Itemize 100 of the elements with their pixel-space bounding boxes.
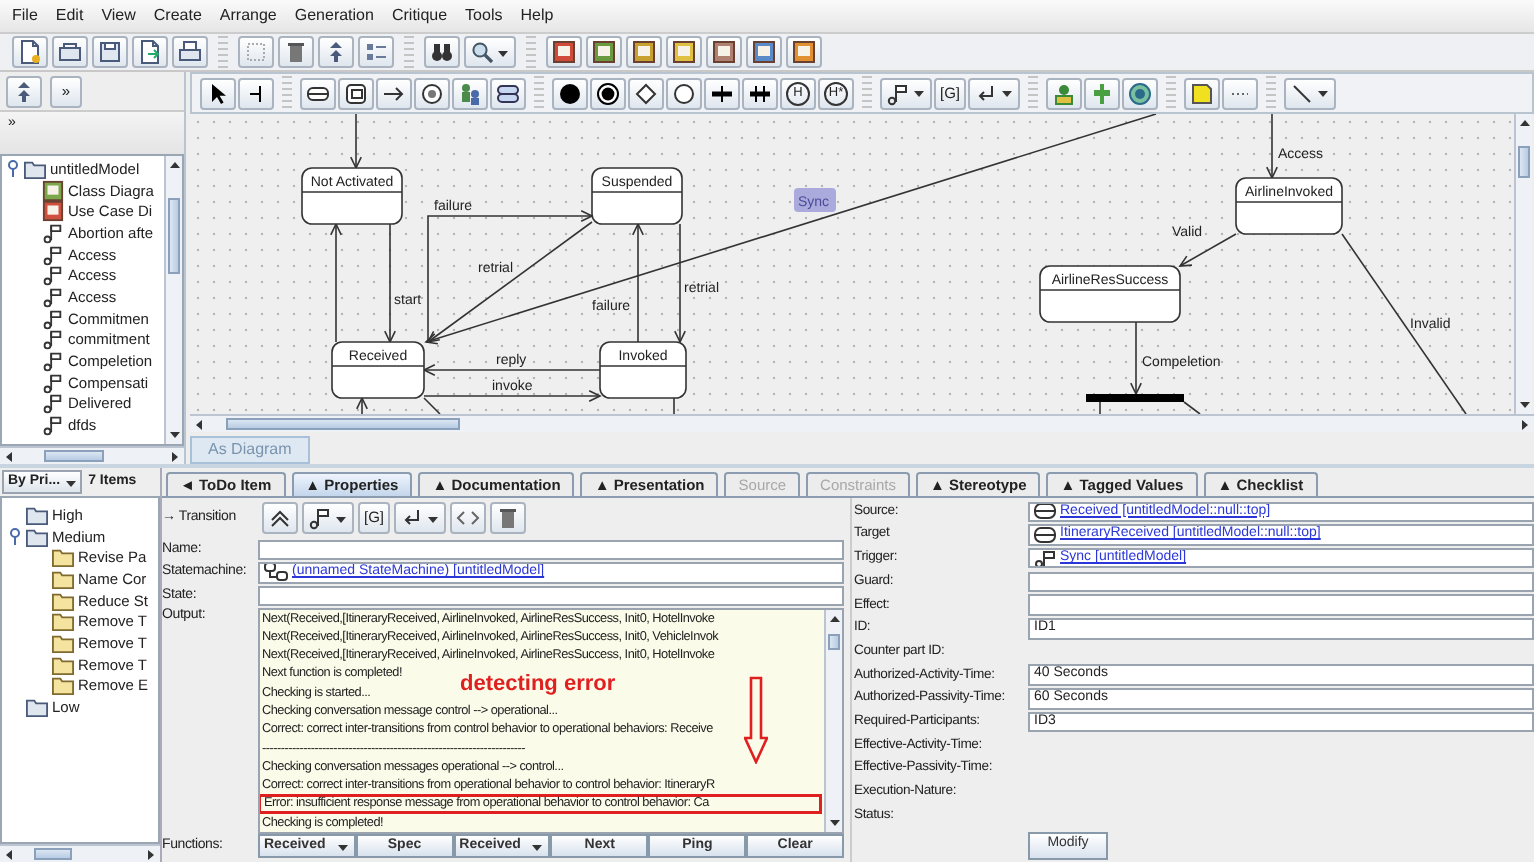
code-button[interactable] xyxy=(450,502,487,534)
scroll-arrow-icon xyxy=(828,815,842,829)
transition-arrow[interactable] xyxy=(1266,114,1278,180)
scroll-arrow-icon xyxy=(828,611,842,625)
note-tool-button[interactable] xyxy=(1184,77,1221,109)
action-button[interactable] xyxy=(394,502,447,534)
save-button[interactable] xyxy=(92,36,128,68)
print-button[interactable] xyxy=(172,36,208,68)
initial-tool-button[interactable] xyxy=(552,77,588,109)
magnifier-icon xyxy=(470,40,494,64)
delete-button[interactable] xyxy=(490,502,527,534)
state-node[interactable] xyxy=(599,341,687,399)
input-field[interactable] xyxy=(1028,594,1534,616)
state-node[interactable] xyxy=(301,167,403,225)
open-button[interactable] xyxy=(52,36,88,68)
choice-tool-button[interactable] xyxy=(628,77,664,109)
transition-arrow[interactable] xyxy=(349,114,363,170)
navigate-button[interactable] xyxy=(318,36,354,68)
dots-tool-button[interactable] xyxy=(1222,77,1259,109)
synch-tool-button[interactable] xyxy=(414,77,450,109)
transition-line[interactable] xyxy=(423,397,441,414)
transition-line[interactable] xyxy=(355,396,369,414)
caret-icon xyxy=(912,86,926,100)
line-tool-button[interactable] xyxy=(238,77,274,109)
scrollbar[interactable] xyxy=(1514,114,1532,414)
scrollbar[interactable] xyxy=(164,156,182,444)
composite-tool-button[interactable] xyxy=(338,77,374,109)
state-node[interactable] xyxy=(331,341,425,399)
transition-arrow[interactable] xyxy=(674,223,686,344)
scrollbar[interactable] xyxy=(0,844,160,862)
globe-tool-button[interactable] xyxy=(1122,77,1159,109)
flag-icon xyxy=(42,371,64,394)
line-style-button[interactable] xyxy=(1284,77,1337,109)
scroll-thumb[interactable] xyxy=(225,418,461,430)
junction-tool-button[interactable] xyxy=(666,77,702,109)
flag-icon xyxy=(308,506,332,530)
state-tool-button[interactable] xyxy=(300,77,336,109)
scroll-thumb[interactable] xyxy=(1518,146,1530,179)
scroll-thumb[interactable] xyxy=(168,198,180,274)
transition-arrow[interactable] xyxy=(329,222,343,343)
final-tool-button[interactable] xyxy=(590,77,626,109)
zoom-button[interactable] xyxy=(464,36,516,68)
state-node[interactable] xyxy=(1039,265,1181,323)
up-button[interactable] xyxy=(262,502,298,534)
scroll-thumb[interactable] xyxy=(34,848,72,860)
cross-tool-button[interactable] xyxy=(1084,77,1121,109)
find-button[interactable] xyxy=(424,36,460,68)
scroll-thumb[interactable] xyxy=(44,450,104,462)
menu-item[interactable]: Edit xyxy=(55,6,84,26)
scrollbar[interactable] xyxy=(190,414,1534,432)
event-button[interactable] xyxy=(302,502,354,534)
scrollbar[interactable] xyxy=(0,446,184,464)
flag-icon xyxy=(42,328,64,351)
diagram-icon xyxy=(42,179,64,202)
menu-item[interactable]: View xyxy=(101,6,136,26)
navigate-button[interactable] xyxy=(6,75,42,107)
diagram-button[interactable] xyxy=(786,36,822,68)
diagram-button[interactable] xyxy=(626,36,662,68)
new-button[interactable] xyxy=(12,36,48,68)
input-field[interactable] xyxy=(1028,571,1534,593)
transition-line[interactable] xyxy=(1183,401,1201,414)
output-area[interactable] xyxy=(258,607,844,833)
event-button[interactable] xyxy=(880,77,932,109)
transition-arrow[interactable] xyxy=(632,222,644,343)
state-node[interactable] xyxy=(1235,177,1343,235)
fork-tool-button[interactable] xyxy=(704,77,740,109)
folder-icon xyxy=(52,610,74,633)
transition-tool-button[interactable] xyxy=(376,77,412,109)
menu-item[interactable]: Generation xyxy=(294,6,374,26)
transition-arrow[interactable] xyxy=(422,363,601,377)
transition-arrow[interactable] xyxy=(383,223,397,344)
menu-item[interactable]: Tools xyxy=(465,6,503,26)
people-tool-button[interactable] xyxy=(452,77,488,109)
stack-tool-button[interactable] xyxy=(490,77,526,109)
flag-icon xyxy=(42,221,64,244)
menu-item[interactable]: Create xyxy=(153,6,202,26)
diagram-button[interactable] xyxy=(746,36,782,68)
menu-item[interactable]: Critique xyxy=(391,6,448,26)
delete-button[interactable] xyxy=(278,36,314,68)
selection-highlight xyxy=(794,188,836,212)
person-tool-button[interactable] xyxy=(1046,77,1083,109)
diagram-button[interactable] xyxy=(586,36,622,68)
scroll-thumb[interactable] xyxy=(828,634,840,650)
diagram-button[interactable] xyxy=(706,36,742,68)
menu-item[interactable]: Arrange xyxy=(219,6,277,26)
transition-arrow[interactable] xyxy=(423,389,602,403)
diagram-button[interactable] xyxy=(546,36,582,68)
scrollbar[interactable] xyxy=(824,609,842,831)
state-node[interactable] xyxy=(591,167,683,225)
caret-icon xyxy=(530,839,545,853)
action-button[interactable] xyxy=(968,77,1021,109)
menu-item[interactable]: Help xyxy=(520,6,554,26)
diagram-button[interactable] xyxy=(666,36,702,68)
list-button[interactable] xyxy=(358,36,394,68)
transition-arrow[interactable] xyxy=(1178,233,1237,267)
export-button[interactable] xyxy=(132,36,168,68)
join-tool-button[interactable] xyxy=(742,77,778,109)
menu-item[interactable]: File xyxy=(12,6,38,26)
transition-arrow[interactable] xyxy=(1130,321,1142,396)
select-button[interactable] xyxy=(200,77,236,109)
